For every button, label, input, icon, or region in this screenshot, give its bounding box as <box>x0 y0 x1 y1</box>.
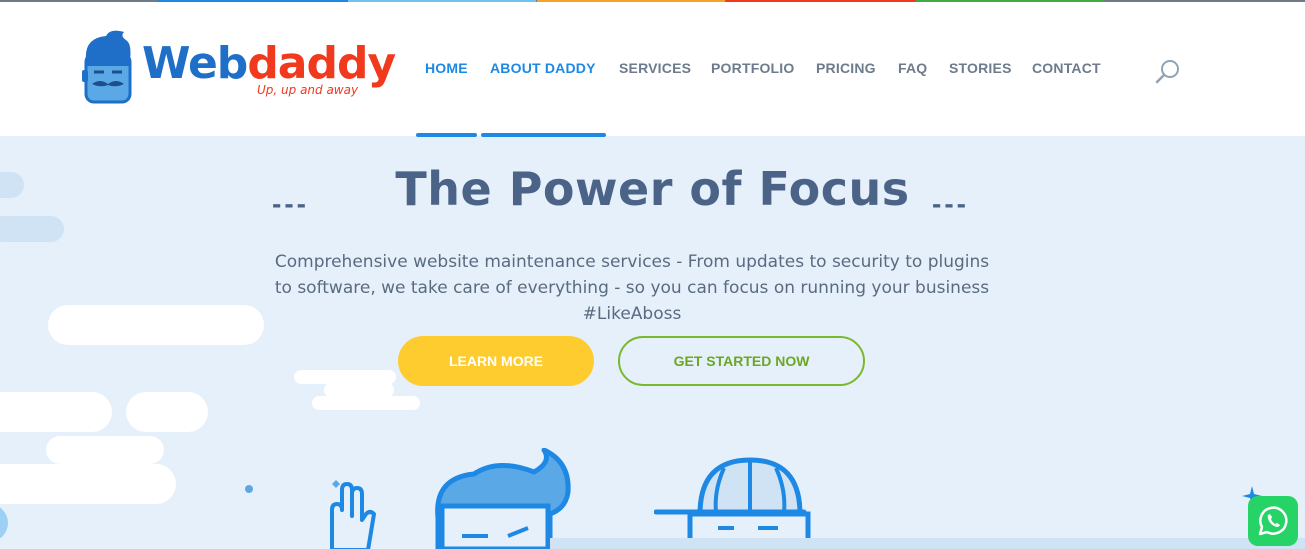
cloud-decoration <box>0 464 176 504</box>
nav-item-pricing[interactable]: PRICING <box>816 60 876 76</box>
logo-text-daddy: daddy <box>247 38 396 89</box>
hero-section: --- The Power of Focus --- Comprehensive… <box>0 136 1305 549</box>
nav-item-contact[interactable]: CONTACT <box>1032 60 1101 76</box>
search-icon[interactable] <box>1155 58 1181 84</box>
title-dash-right: --- <box>932 188 969 219</box>
dot-decoration <box>245 485 253 493</box>
whatsapp-chat-button[interactable] <box>1248 496 1298 546</box>
nav-item-faq[interactable]: FAQ <box>898 60 927 76</box>
nav-item-portfolio[interactable]: PORTFOLIO <box>711 60 794 76</box>
logo-text-web: Web <box>142 38 248 89</box>
cloud-decoration <box>0 392 112 432</box>
site-header: Webdaddy Up, up and away HOME ABOUT DADD… <box>0 2 1305 137</box>
cloud-decoration <box>46 436 164 464</box>
cloud-decoration <box>312 396 420 410</box>
nav-item-stories[interactable]: STORIES <box>949 60 1012 76</box>
get-started-button[interactable]: GET STARTED NOW <box>618 336 865 386</box>
hero-subtitle: Comprehensive website maintenance servic… <box>274 252 990 324</box>
nav-item-home[interactable]: HOME <box>425 60 468 76</box>
whatsapp-icon <box>1258 506 1288 536</box>
logo-wordmark: Webdaddy <box>142 38 396 89</box>
learn-more-button[interactable]: LEARN MORE <box>398 336 594 386</box>
ground-strip <box>550 538 1305 549</box>
bubble-decoration <box>0 504 8 542</box>
character-with-hair-icon <box>435 448 571 549</box>
logo[interactable]: Webdaddy Up, up and away <box>80 30 396 112</box>
hand-wave-icon <box>330 480 376 549</box>
nav-item-about-daddy[interactable]: ABOUT DADDY <box>490 60 596 76</box>
cloud-decoration <box>294 370 396 384</box>
nav-item-services[interactable]: SERVICES <box>619 60 691 76</box>
cloud-decoration <box>126 392 208 432</box>
daddy-mascot-icon <box>82 30 132 104</box>
character-with-cap-icon <box>654 457 811 549</box>
cloud-decoration <box>48 305 264 345</box>
cloud-decoration <box>324 383 394 397</box>
cloud-decoration <box>0 216 64 242</box>
hero-title: The Power of Focus <box>395 162 910 216</box>
logo-tagline: Up, up and away <box>257 83 359 97</box>
